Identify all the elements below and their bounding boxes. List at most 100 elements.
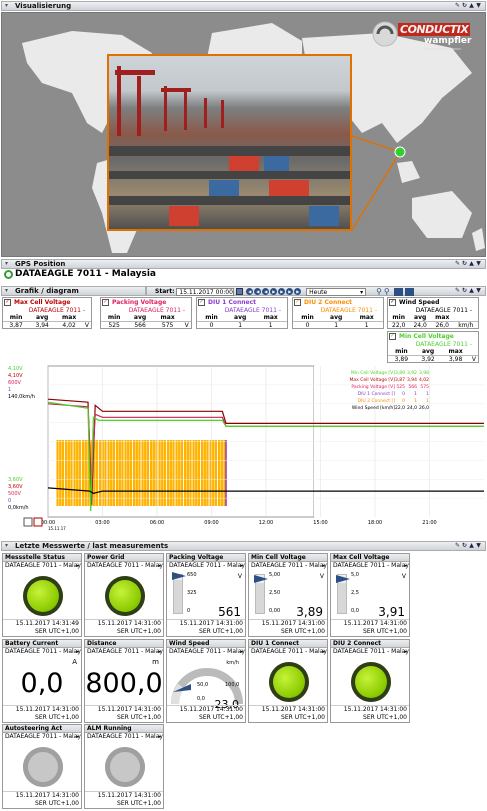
legend-max: 1	[426, 398, 429, 404]
source-scroll-icon[interactable]: ▸	[240, 563, 243, 569]
grafik-title: Grafik / diagram	[15, 287, 79, 295]
refresh-icon[interactable]: ↻	[461, 542, 468, 550]
source-scroll-icon[interactable]: ▸	[322, 563, 325, 569]
start-date-input[interactable]: 15.11.2017 00:00	[176, 287, 235, 296]
next-icon[interactable]: ▶	[278, 288, 286, 295]
prev-icon[interactable]: ◀	[262, 288, 270, 295]
status-lamp-icon	[105, 576, 145, 616]
series-box[interactable]: ✓ DIU 2 Connect DATAEAGLE 7011 - min avg max 0…	[292, 297, 384, 329]
bar-gauge-tick-label: 5,0	[351, 572, 359, 578]
tile-timestamp: 15.11.2017 14:31:00	[261, 620, 325, 627]
search-icon[interactable]	[4, 270, 13, 279]
source-scroll-icon[interactable]: ▸	[76, 734, 79, 740]
measurement-tile[interactable]: Min Cell Voltage DATAEAGLE 7011 - Malay ▸ V…	[248, 553, 328, 637]
calendar-icon[interactable]	[236, 288, 244, 295]
source-scroll-icon[interactable]: ▸	[158, 649, 161, 655]
refresh-icon[interactable]: ↻	[461, 260, 468, 268]
series-title: Min Cell Voltage	[399, 333, 454, 340]
move-down-icon[interactable]: ▼	[475, 287, 482, 295]
measurement-tile[interactable]: Distance DATAEAGLE 7011 - Malay ▸ m 800,0 15.…	[84, 639, 164, 723]
edit-icon[interactable]: ✎	[454, 287, 461, 295]
measurement-tile[interactable]: Autosteering Act DATAEAGLE 7011 - Malay ▸ 1…	[2, 724, 82, 809]
move-down-icon[interactable]: ▼	[475, 542, 482, 550]
refresh-icon[interactable]: ↻	[461, 2, 468, 10]
measurement-tile[interactable]: Battery Current DATAEAGLE 7011 - Malay ▸ A 0…	[2, 639, 82, 723]
measurement-tile[interactable]: DIU 2 Connect DATAEAGLE 7011 - Malay ▸ 15.1…	[330, 639, 410, 723]
source-scroll-icon[interactable]: ▸	[240, 649, 243, 655]
measurement-tile[interactable]: DIU 1 Connect DATAEAGLE 7011 - Malay ▸ 15.1…	[248, 639, 328, 723]
legend-min: 22,0	[395, 405, 405, 411]
series-checkbox[interactable]: ✓	[198, 299, 205, 306]
measurement-tile[interactable]: Power Grid DATAEAGLE 7011 - Malay ▸ 15.11.2…	[84, 553, 164, 637]
next-fast-icon[interactable]: ▶	[286, 288, 294, 295]
y-axis-bottom-label: 3,60V	[8, 484, 23, 490]
play-icon[interactable]: ▶	[270, 288, 278, 295]
collapse-icon[interactable]: ▾	[5, 287, 8, 295]
bar-gauge-tick-label: 0,0	[351, 608, 359, 614]
series-checkbox[interactable]: ✓	[102, 299, 109, 306]
chart-small-btn-icon[interactable]	[23, 517, 33, 527]
stat-value: 525	[101, 321, 128, 329]
move-up-icon[interactable]: ▲	[468, 2, 475, 10]
first-icon[interactable]: ◀	[246, 288, 254, 295]
source-scroll-icon[interactable]: ▸	[76, 649, 79, 655]
move-up-icon[interactable]: ▲	[468, 542, 475, 550]
edit-icon[interactable]: ✎	[454, 260, 461, 268]
move-up-icon[interactable]: ▲	[468, 287, 475, 295]
refresh-icon[interactable]: ↻	[461, 287, 468, 295]
source-scroll-icon[interactable]: ▸	[158, 563, 161, 569]
collapse-icon[interactable]: ▾	[5, 260, 8, 268]
series-box[interactable]: ✓ Wind Speed DATAEAGLE 7011 - min avg max 22,0…	[387, 297, 479, 329]
logo-mark-icon	[372, 21, 398, 47]
series-box[interactable]: ✓ Min Cell Voltage DATAEAGLE 7011 - min avg m…	[387, 331, 479, 363]
stat-value: 0	[197, 321, 227, 329]
series-checkbox[interactable]: ✓	[294, 299, 301, 306]
last-icon[interactable]: ▶	[294, 288, 302, 295]
zoom-out-icon[interactable]: ⚲	[384, 287, 390, 296]
measurement-tile[interactable]: Packing Voltage DATAEAGLE 7011 - Malay ▸ V 6…	[166, 553, 246, 637]
legend-name: Min Cell Voltage [V]	[351, 370, 395, 376]
legend-name: Packing Voltage [V]	[351, 384, 395, 390]
series-stats-table: min avg max 525 566 575 V	[101, 314, 191, 329]
pdf-export-icon[interactable]	[393, 287, 403, 296]
series-box[interactable]: ✓ Max Cell Voltage DATAEAGLE 7011 - min avg m…	[2, 297, 92, 329]
series-checkbox[interactable]: ✓	[389, 333, 396, 340]
tile-footer: 15.11.2017 14:31:00 SER UTC+1,00	[331, 619, 409, 636]
prev-fast-icon[interactable]: ◀	[254, 288, 262, 295]
source-scroll-icon[interactable]: ▸	[76, 563, 79, 569]
edit-icon[interactable]: ✎	[454, 542, 461, 550]
series-checkbox[interactable]: ✓	[389, 299, 396, 306]
collapse-icon[interactable]: ▾	[5, 2, 8, 10]
edit-icon[interactable]: ✎	[454, 2, 461, 10]
gps-device-row[interactable]: DATAEAGLE 7011 - Malaysia	[1, 268, 486, 281]
range-select[interactable]: Heute ▾	[306, 287, 367, 296]
source-scroll-icon[interactable]: ▸	[158, 734, 161, 740]
source-scroll-icon[interactable]: ▸	[404, 649, 407, 655]
measurement-tile[interactable]: Messstelle Status DATAEAGLE 7011 - Malay ▸…	[2, 553, 82, 637]
source-scroll-icon[interactable]: ▸	[322, 649, 325, 655]
status-lamp-icon	[105, 747, 145, 787]
series-checkbox[interactable]: ✓	[4, 299, 11, 306]
tile-source: DATAEAGLE 7011 - Malay	[5, 733, 81, 740]
y-axis-top-label: 4,10V	[8, 366, 23, 372]
move-down-icon[interactable]: ▼	[475, 260, 482, 268]
csv-export-icon[interactable]	[404, 287, 414, 296]
move-up-icon[interactable]: ▲	[468, 260, 475, 268]
legend-max: 3,98	[419, 370, 429, 376]
measurement-tile[interactable]: Max Cell Voltage DATAEAGLE 7011 - Malay ▸ V…	[330, 553, 410, 637]
tile-title: DIU 1 Connect	[249, 640, 327, 648]
bar-gauge-tick-label: 5,00	[269, 572, 281, 578]
measurement-tile[interactable]: ALM Running DATAEAGLE 7011 - Malay ▸ 15.11.…	[84, 724, 164, 809]
stat-header: avg	[36, 314, 49, 321]
source-scroll-icon[interactable]: ▸	[404, 563, 407, 569]
tile-title: Max Cell Voltage	[331, 554, 409, 562]
chart-close-icon[interactable]	[33, 517, 43, 527]
move-down-icon[interactable]: ▼	[475, 2, 482, 10]
series-box[interactable]: ✓ DIU 1 Connect DATAEAGLE 7011 - min avg max 0…	[196, 297, 288, 329]
tile-timezone: SER UTC+1,00	[281, 628, 325, 635]
zoom-in-icon[interactable]: ⚲	[376, 287, 382, 296]
tile-timezone: SER UTC+1,00	[199, 714, 243, 721]
measurement-tile[interactable]: Wind Speed DATAEAGLE 7011 - Malay ▸ km/h 0,0…	[166, 639, 246, 723]
collapse-icon[interactable]: ▾	[5, 542, 8, 550]
series-box[interactable]: ✓ Packing Voltage DATAEAGLE 7011 - min avg ma…	[100, 297, 192, 329]
